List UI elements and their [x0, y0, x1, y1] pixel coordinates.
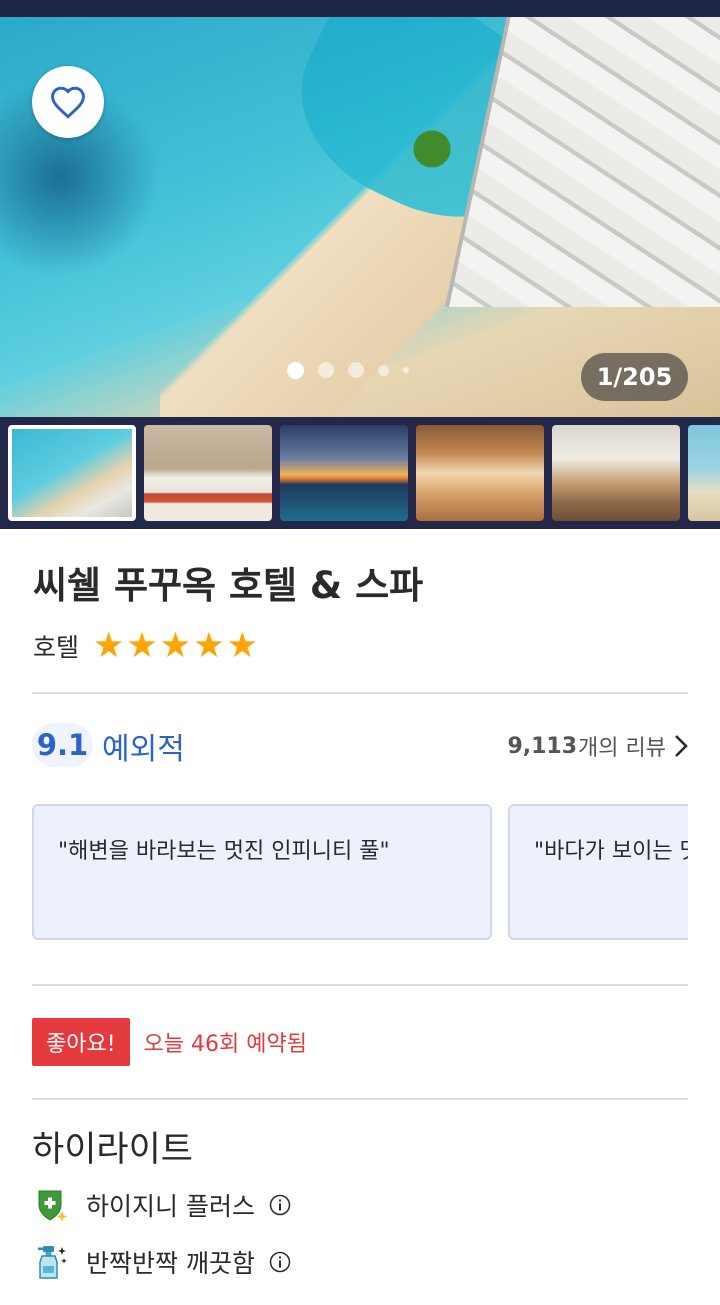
divider	[32, 1098, 688, 1100]
heart-icon	[51, 86, 85, 119]
reviews-link[interactable]: 9,113 개의 리뷰	[507, 730, 688, 762]
star-icon: ★	[193, 625, 225, 666]
thumb-infinity-pool-sunset[interactable]	[280, 425, 408, 521]
hotel-name: 씨쉘 푸꾸옥 호텔 & 스파	[33, 564, 424, 607]
star-icon: ★	[93, 625, 125, 666]
pagination-dot[interactable]	[318, 362, 334, 378]
rating-row: 9.1 예외적 9,113 개의 리뷰	[32, 720, 688, 770]
pagination-dot[interactable]	[378, 364, 389, 376]
status-bar	[0, 0, 720, 17]
highlights-title: 하이라이트	[32, 1130, 194, 1170]
chevron-right-icon	[675, 735, 688, 757]
thumb-beach-aerial[interactable]	[8, 425, 136, 521]
photo-counter: 1/205	[581, 353, 688, 401]
review-quotes-carousel[interactable]: "해변을 바라보는 멋진 인피니티 풀" "바다가 보이는 멋진 전망"	[32, 804, 688, 940]
star-icon: ★	[226, 625, 258, 666]
info-icon[interactable]	[269, 1251, 291, 1273]
thumb-restaurant[interactable]	[416, 425, 544, 521]
review-quote-card[interactable]: "바다가 보이는 멋진 전망"	[508, 804, 688, 940]
hotel-type-row: 호텔 ★ ★ ★ ★ ★	[33, 626, 258, 666]
pagination-dot[interactable]	[287, 361, 304, 379]
thumb-lounge[interactable]	[552, 425, 680, 521]
thumb-beach[interactable]	[688, 425, 720, 521]
thumbnail-strip[interactable]	[0, 417, 720, 529]
star-icon: ★	[159, 625, 192, 666]
rating-label: 예외적	[102, 732, 185, 767]
divider	[32, 692, 688, 694]
highlight-item: 반짝반짝 깨끗함	[32, 1242, 291, 1282]
star-icon: ★	[126, 625, 158, 666]
info-icon[interactable]	[269, 1194, 291, 1216]
highlight-label: 반짝반짝 깨끗함	[86, 1249, 255, 1278]
pagination-dot[interactable]	[403, 367, 409, 373]
pagination-dot[interactable]	[348, 362, 364, 378]
star-rating: ★ ★ ★ ★ ★	[93, 625, 258, 666]
favorite-button[interactable]	[32, 66, 104, 138]
highlight-label: 하이지니 플러스	[86, 1192, 255, 1221]
spray-bottle-icon	[32, 1242, 72, 1282]
highlight-item: 하이지니 플러스	[32, 1185, 291, 1225]
bookings-today-text: 오늘 46회 예약됨	[143, 1032, 307, 1057]
review-quote-card[interactable]: "해변을 바라보는 멋진 인피니티 풀"	[32, 804, 492, 940]
shield-plus-icon	[32, 1185, 72, 1225]
divider	[32, 984, 688, 986]
promo-badge: 좋아요!	[32, 1018, 130, 1066]
promo-row: 좋아요! 오늘 46회 예약됨	[32, 1018, 307, 1066]
hotel-type: 호텔	[33, 633, 80, 662]
score-badge: 9.1	[32, 723, 93, 767]
review-count-suffix: 개의 리뷰	[578, 736, 666, 761]
hero-photo[interactable]: 1/205	[0, 17, 720, 417]
gallery-pagination-dots	[287, 361, 409, 379]
thumb-room[interactable]	[144, 425, 272, 521]
review-count: 9,113	[507, 733, 578, 759]
